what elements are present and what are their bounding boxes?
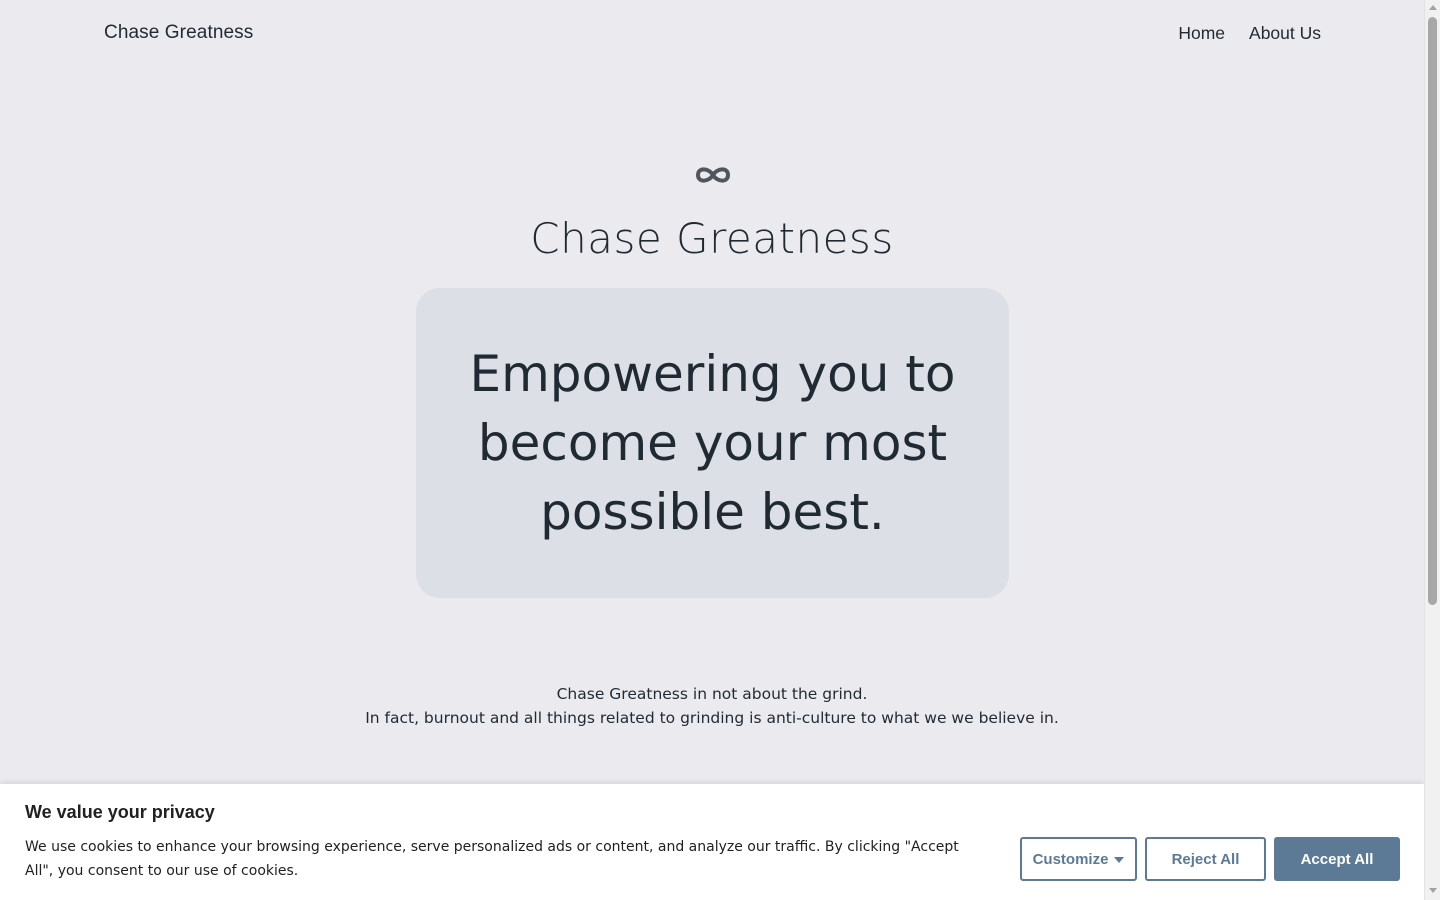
nav-about-us-link[interactable]: About Us: [1249, 23, 1321, 44]
caret-down-icon: [1114, 857, 1125, 863]
infinity-icon: [696, 167, 730, 183]
scroll-up-arrow-icon[interactable]: [1429, 5, 1437, 10]
cookie-banner-title: We value your privacy: [25, 802, 215, 822]
intro-text: Chase Greatness in not about the grind. …: [0, 682, 1424, 730]
tagline-card: Empowering you to become your most possi…: [416, 288, 1009, 598]
customize-button[interactable]: Customize: [1020, 837, 1137, 881]
site-header: Chase Greatness Home About Us: [0, 0, 1424, 70]
accept-all-button[interactable]: Accept All: [1274, 837, 1400, 881]
page: Chase Greatness Home About Us Chase Grea…: [0, 0, 1424, 900]
intro-line-1: Chase Greatness in not about the grind.: [556, 685, 868, 703]
cookie-banner-text: We use cookies to enhance your browsing …: [25, 839, 959, 879]
customize-button-label: Customize: [1032, 850, 1109, 868]
brand-link[interactable]: Chase Greatness: [104, 22, 253, 44]
hero-title: Chase Greatness: [530, 214, 894, 263]
main-nav: Home About Us: [1178, 23, 1321, 44]
scrollbar-thumb[interactable]: [1428, 17, 1437, 605]
intro-line-2: In fact, burnout and all things related …: [365, 709, 1059, 727]
vertical-scrollbar[interactable]: [1424, 0, 1440, 900]
tagline: Empowering you to become your most possi…: [469, 344, 956, 541]
reject-all-button[interactable]: Reject All: [1145, 837, 1266, 881]
scroll-down-arrow-icon[interactable]: [1429, 888, 1437, 893]
nav-home-link[interactable]: Home: [1178, 23, 1225, 44]
